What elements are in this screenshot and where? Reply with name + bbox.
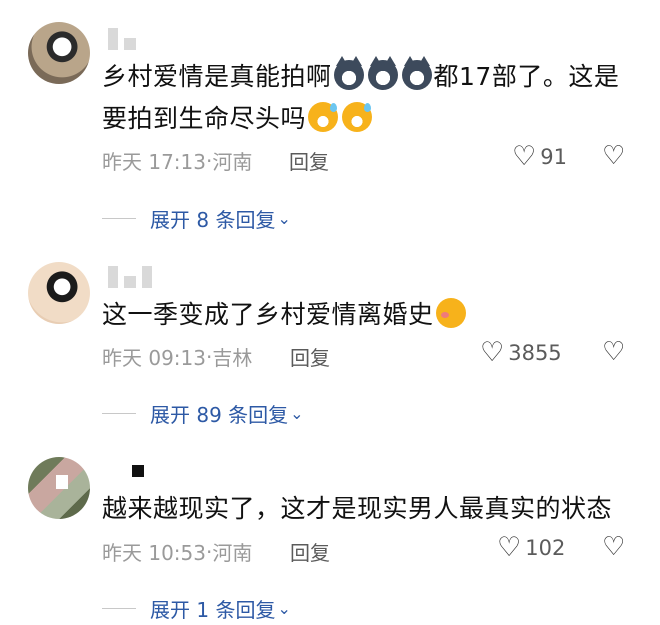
timestamp: 昨天 10:53 bbox=[102, 541, 206, 565]
location: 河南 bbox=[212, 541, 253, 565]
grin-sweat-emoji bbox=[342, 102, 373, 132]
dog-emoji bbox=[401, 56, 432, 90]
avatar[interactable] bbox=[28, 262, 90, 324]
expand-replies[interactable]: 展开 8 条回复 ⌄ bbox=[102, 204, 291, 233]
like-button[interactable]: ♡ 91 bbox=[512, 143, 567, 170]
broken-heart-icon[interactable]: ♡ bbox=[602, 339, 625, 365]
broken-heart-icon[interactable]: ♡ bbox=[602, 534, 625, 560]
reply-button[interactable]: 回复 bbox=[290, 342, 330, 371]
like-count: 91 bbox=[540, 144, 567, 169]
divider bbox=[102, 218, 136, 219]
grin-sweat-emoji bbox=[308, 102, 339, 132]
chevron-down-icon: ⌄ bbox=[277, 209, 291, 228]
expand-replies[interactable]: 展开 89 条回复 ⌄ bbox=[102, 399, 304, 428]
broken-heart-icon[interactable]: ♡ bbox=[602, 143, 625, 169]
heart-icon: ♡ bbox=[512, 141, 537, 172]
heart-icon: ♡ bbox=[480, 337, 505, 368]
heart-icon: ♡ bbox=[497, 532, 522, 563]
divider bbox=[102, 608, 136, 609]
comment-meta: 昨天 09:13 · 吉林 bbox=[102, 342, 252, 371]
divider bbox=[102, 413, 136, 414]
like-count: 102 bbox=[525, 535, 566, 560]
location: 河南 bbox=[212, 150, 253, 174]
username-redacted[interactable] bbox=[108, 28, 136, 50]
comment-text: 乡村爱情是真能拍啊 都17部了。这是 要拍到生命尽头吗 bbox=[102, 56, 620, 133]
reply-button[interactable]: 回复 bbox=[289, 146, 329, 175]
chevron-down-icon: ⌄ bbox=[290, 404, 304, 423]
timestamp: 昨天 17:13 bbox=[102, 150, 206, 174]
like-count: 3855 bbox=[508, 340, 562, 365]
username-redacted[interactable] bbox=[132, 465, 144, 477]
username-redacted[interactable] bbox=[108, 266, 152, 288]
comment-text: 这一季变成了乡村爱情离婚史 bbox=[102, 294, 468, 336]
like-button[interactable]: ♡ 102 bbox=[497, 534, 565, 561]
dog-emoji bbox=[367, 56, 398, 90]
reply-button[interactable]: 回复 bbox=[290, 537, 330, 566]
dog-emoji bbox=[333, 56, 364, 90]
chevron-down-icon: ⌄ bbox=[277, 599, 291, 618]
comment-meta: 昨天 10:53 · 河南 bbox=[102, 537, 252, 566]
avatar[interactable] bbox=[28, 22, 90, 84]
timestamp: 昨天 09:13 bbox=[102, 346, 206, 370]
like-button[interactable]: ♡ 3855 bbox=[480, 339, 562, 366]
kissing-emoji bbox=[435, 298, 466, 328]
comment-meta: 昨天 17:13 · 河南 bbox=[102, 146, 252, 175]
location: 吉林 bbox=[212, 346, 253, 370]
expand-replies[interactable]: 展开 1 条回复 ⌄ bbox=[102, 594, 291, 623]
comment-text: 越来越现实了，这才是现实男人最真实的状态 bbox=[102, 494, 613, 523]
avatar[interactable] bbox=[28, 457, 90, 519]
